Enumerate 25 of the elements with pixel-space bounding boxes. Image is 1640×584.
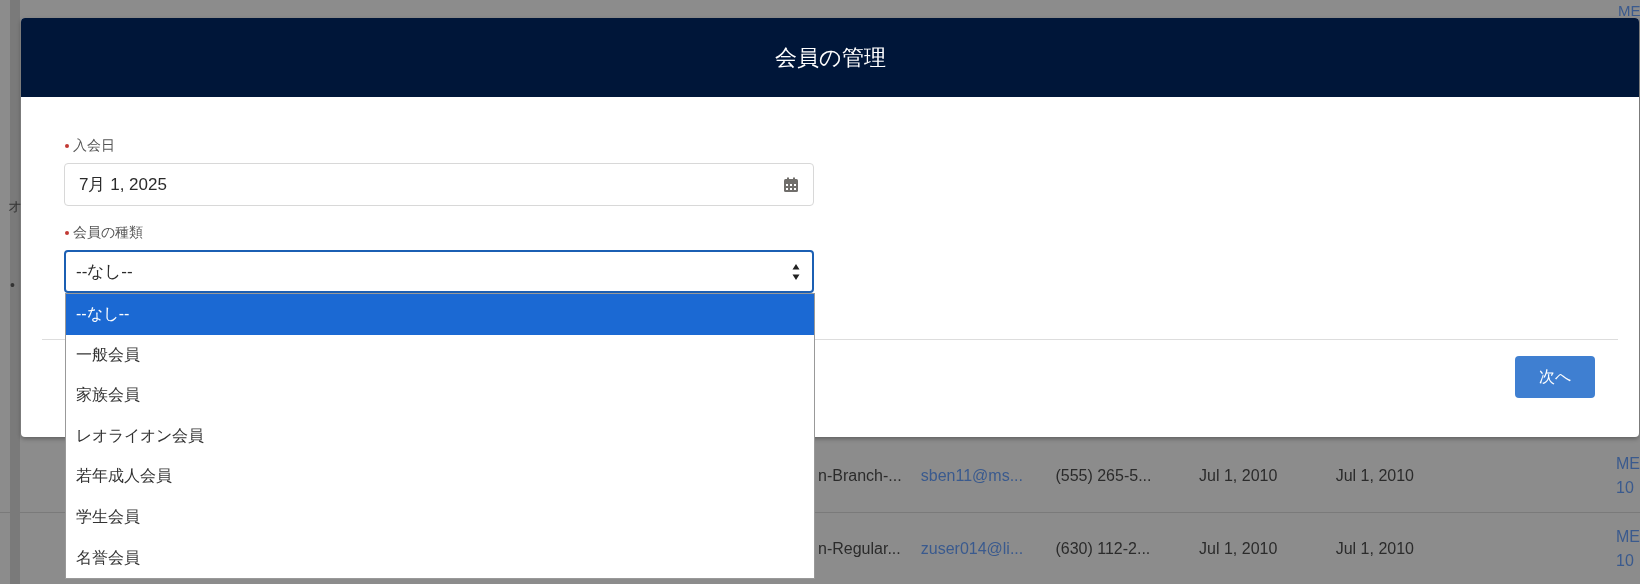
next-button[interactable]: 次へ xyxy=(1515,356,1595,398)
table-cell-text: (630) 112-2... xyxy=(1055,540,1152,558)
table-cell-text: n-Regular... xyxy=(818,540,902,558)
table-cell-text: Jul 1, 2010 xyxy=(1199,467,1279,485)
table-cell-text: Jul 1, 2010 xyxy=(1199,540,1279,558)
truncated-text: オ xyxy=(8,198,22,216)
table-cell-text: n-Branch-... xyxy=(818,467,903,485)
dropdown-option[interactable]: 若年成人会員 xyxy=(66,456,814,497)
select-field[interactable]: --なし-- xyxy=(64,250,814,293)
field-label: 会員の種類 xyxy=(73,224,143,242)
dialog-title: 会員の管理 xyxy=(774,43,886,72)
field-label: 入会日 xyxy=(73,137,115,155)
table-cell-text: Jul 1, 2010 xyxy=(1335,540,1415,558)
table-cell-text: (555) 265-5... xyxy=(1055,467,1153,485)
dropdown-option[interactable]: 学生会員 xyxy=(66,496,814,538)
date-field[interactable]: 7月 1, 2025 xyxy=(64,163,814,206)
truncated-text: • xyxy=(10,277,15,293)
dropdown-option[interactable]: 一般会員 xyxy=(66,334,814,376)
dropdown-option[interactable]: 家族会員 xyxy=(66,375,814,416)
dropdown-option[interactable]: --なし-- xyxy=(66,294,814,335)
table-cell-text: Jul 1, 2010 xyxy=(1335,467,1415,485)
dropdown-option[interactable]: レオライオン会員 xyxy=(66,415,814,457)
sort-arrows-icon xyxy=(792,262,800,281)
calendar-icon xyxy=(783,176,799,193)
dropdown-option[interactable]: 名誉会員 xyxy=(66,537,814,579)
